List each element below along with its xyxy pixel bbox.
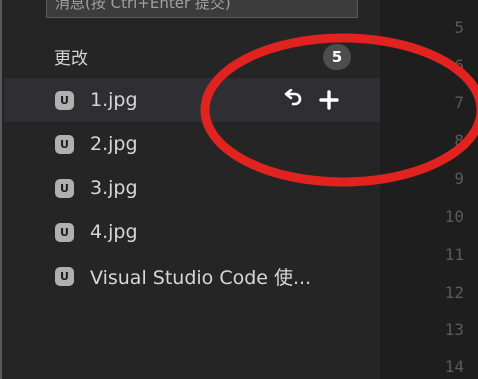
line-number: 5 xyxy=(454,18,464,37)
plus-icon[interactable] xyxy=(316,87,342,113)
line-number: 7 xyxy=(454,93,464,112)
untracked-status-badge: U xyxy=(55,90,74,110)
line-number: 6 xyxy=(454,56,464,75)
file-name: 1.jpg xyxy=(90,89,138,111)
file-name: 3.jpg xyxy=(90,177,138,199)
undo-arrow-icon[interactable] xyxy=(280,87,306,113)
line-number: 9 xyxy=(454,169,464,188)
source-control-panel: 消息(按 Ctrl+Enter 提交) 更改 5 U 1.jpg U 2.jpg xyxy=(0,0,380,379)
line-number: 13 xyxy=(444,320,464,339)
file-name: 2.jpg xyxy=(90,133,138,155)
line-number: 12 xyxy=(444,283,464,302)
file-row-2[interactable]: U 2.jpg xyxy=(4,122,380,166)
line-number: 10 xyxy=(444,207,464,226)
file-row-3[interactable]: U 3.jpg xyxy=(4,166,380,210)
file-row-actions xyxy=(280,87,342,113)
editor-line-number-gutter: 5 6 7 8 9 10 11 12 13 14 xyxy=(380,0,478,379)
commit-message-input[interactable]: 消息(按 Ctrl+Enter 提交) xyxy=(46,0,358,18)
file-row-1[interactable]: U 1.jpg xyxy=(4,78,380,122)
file-row-4[interactable]: U 4.jpg xyxy=(4,210,380,254)
line-number: 8 xyxy=(454,131,464,150)
changes-section-title: 更改 xyxy=(54,48,88,69)
file-row-5[interactable]: U Visual Studio Code 使... xyxy=(4,254,380,298)
untracked-status-badge: U xyxy=(55,222,74,242)
changes-count-badge: 5 xyxy=(323,44,351,70)
line-number: 14 xyxy=(444,357,464,376)
untracked-status-badge: U xyxy=(55,134,74,154)
changes-section-header[interactable]: 更改 5 xyxy=(2,38,382,74)
untracked-status-badge: U xyxy=(55,266,74,286)
line-number: 11 xyxy=(444,245,464,264)
untracked-status-badge: U xyxy=(55,178,74,198)
file-name: Visual Studio Code 使... xyxy=(90,266,312,289)
file-name: 4.jpg xyxy=(90,221,138,243)
